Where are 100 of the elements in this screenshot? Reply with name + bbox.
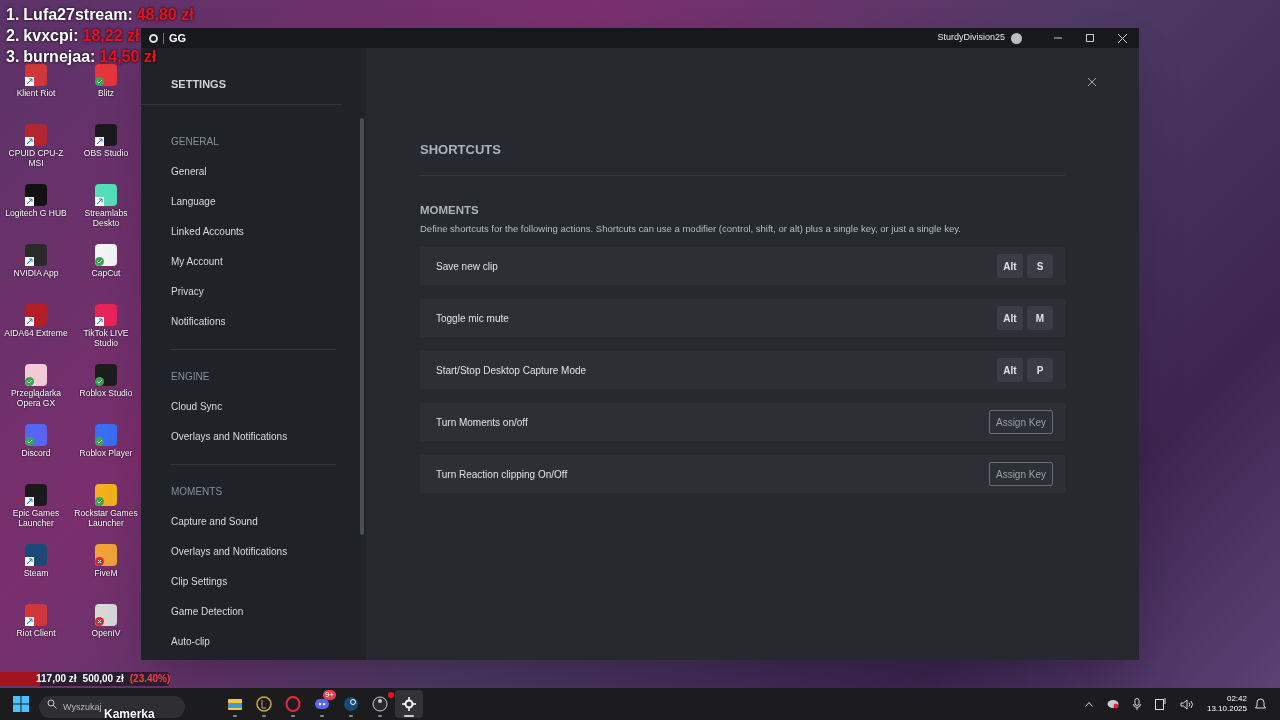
app-icon[interactable]: [25, 244, 47, 266]
assign-key-button[interactable]: Assign Key: [988, 410, 1053, 434]
sidebar-item[interactable]: Linked Accounts: [171, 217, 336, 247]
key-cap[interactable]: Alt: [997, 306, 1023, 330]
icon-label: Logitech G HUB: [4, 208, 68, 218]
key-cap[interactable]: Alt: [997, 358, 1023, 382]
chat-icon: [314, 696, 330, 712]
sidebar-item[interactable]: Cloud Sync: [171, 392, 336, 422]
rank-number: 3.: [6, 47, 20, 67]
avatar: [1011, 32, 1022, 44]
section-heading: MOMENTS: [171, 485, 224, 499]
app-icon[interactable]: [25, 484, 47, 506]
sidebar-item[interactable]: Notifications: [171, 307, 336, 337]
icon-label: Roblox Player: [78, 448, 134, 458]
sidebar-item[interactable]: Overlays and Notifications: [171, 537, 336, 567]
icon-label: Rockstar Games Launcher: [73, 508, 139, 528]
running-indicator: [291, 715, 295, 717]
key-cap[interactable]: S: [1027, 254, 1053, 278]
donor-name: kvxcpi:: [23, 26, 79, 46]
close-icon[interactable]: [1088, 78, 1096, 86]
key-cap[interactable]: Alt: [997, 254, 1023, 278]
icon-label: Klient Riot: [15, 88, 57, 98]
ring-icon: [285, 696, 301, 712]
rank-number: 1.: [6, 5, 20, 25]
sidebar-item[interactable]: Privacy: [171, 277, 336, 307]
icon-label: AIDA64 Extreme: [3, 328, 69, 338]
rank-number: 2.: [6, 26, 20, 46]
icon-label: Blitz: [96, 88, 116, 98]
app-icon[interactable]: [25, 544, 47, 566]
section-description: Define shortcuts for the following actions. Shortcuts can use a modifier (control, shift, or alt) plus a single key, or just a single key.: [420, 223, 962, 235]
app-icon: [256, 696, 272, 712]
icon-label: Roblox Studio: [78, 388, 134, 398]
app-icon: [372, 696, 388, 712]
page-title: SHORTCUTS: [420, 142, 502, 158]
app-icon[interactable]: [25, 304, 47, 326]
icon-label: Streamlabs Deskto: [83, 208, 129, 228]
speaker-icon[interactable]: [1179, 698, 1193, 710]
windows-logo-icon[interactable]: [13, 696, 29, 712]
sidebar-item[interactable]: Language: [171, 187, 336, 217]
section-heading: ENGINE: [171, 370, 211, 384]
running-indicator: [320, 715, 324, 717]
sidebar-item[interactable]: Game Detection: [171, 597, 336, 627]
sidebar-item[interactable]: Clip Settings: [171, 567, 336, 597]
taskbar-button[interactable]: 9+: [308, 690, 336, 718]
icon-label: TikTok LIVE Studio: [82, 328, 130, 348]
icon-label: CPUID CPU-Z MSI: [7, 148, 65, 168]
goal-current: 117,00 zł: [36, 672, 77, 686]
shortcut-label: Turn Reaction clipping On/Off: [436, 467, 569, 482]
username: SturdyDivision25: [937, 31, 1005, 45]
clock-date: 13.10.2025: [1206, 704, 1247, 714]
minimize-icon[interactable]: [1054, 34, 1062, 42]
bell-icon[interactable]: [1255, 698, 1266, 710]
microphone-icon[interactable]: [1132, 698, 1141, 710]
icon-label: CapCut: [90, 268, 122, 278]
donor-name: Lufa27stream:: [23, 5, 133, 25]
key-cap[interactable]: P: [1027, 358, 1053, 382]
sidebar-title: SETTINGS: [171, 77, 227, 92]
notification-badge: 9+: [322, 690, 336, 700]
section-heading: GENERAL: [171, 135, 220, 149]
running-indicator: [233, 715, 237, 717]
app-icon[interactable]: [95, 124, 117, 146]
close-icon[interactable]: [1118, 33, 1127, 43]
donation-amount: 18,22 zł: [82, 26, 140, 46]
sidebar-item[interactable]: Auto-clip: [171, 627, 336, 657]
shortcut-label: Toggle mic mute: [436, 311, 510, 326]
icon-label: Przeglądarka Opera GX: [9, 388, 63, 408]
icon-label: FiveM: [93, 568, 119, 578]
icon-label: OpenIV: [90, 628, 122, 638]
key-cap[interactable]: M: [1027, 306, 1053, 330]
sidebar-item[interactable]: Capture and Sound: [171, 507, 336, 537]
shortcut-label: Turn Moments on/off: [436, 415, 529, 430]
cloud-icon[interactable]: [1106, 699, 1119, 709]
section-title: MOMENTS: [420, 203, 480, 217]
icon-label: Riot Client: [15, 628, 57, 638]
icon-label: Discord: [20, 448, 52, 458]
icon-label: OBS Studio: [82, 148, 130, 158]
goal-target: 500,00 zł: [82, 672, 124, 686]
icon-label: Steam: [22, 568, 50, 578]
shortcut-label: Start/Stop Desktop Capture Mode: [436, 363, 588, 378]
app-icon[interactable]: [25, 124, 47, 146]
scrollbar-thumb[interactable]: [360, 118, 364, 535]
donation-amount: 48,80 zł: [136, 5, 194, 25]
sidebar-item[interactable]: My Account: [171, 247, 336, 277]
maximize-icon[interactable]: [1086, 34, 1094, 42]
sidebar-item[interactable]: Overlays and Notifications: [171, 422, 336, 452]
assign-key-button[interactable]: Assign Key: [988, 462, 1053, 486]
chevron-up-icon[interactable]: [1084, 701, 1093, 707]
donor-name: burnejaa:: [23, 47, 96, 67]
window-title: GG: [169, 30, 187, 46]
app-icon: [343, 696, 359, 712]
running-indicator: [349, 715, 353, 717]
app-icon[interactable]: [25, 64, 47, 86]
running-indicator: [378, 715, 382, 717]
sidebar-item[interactable]: General: [171, 157, 336, 187]
icon-label: Epic Games Launcher: [11, 508, 61, 528]
taskbar-button[interactable]: [395, 690, 423, 718]
app-icon[interactable]: [25, 184, 47, 206]
search-icon: [47, 699, 57, 709]
folder-icon: [227, 696, 243, 712]
shortcut-label: Save new clip: [436, 259, 499, 274]
